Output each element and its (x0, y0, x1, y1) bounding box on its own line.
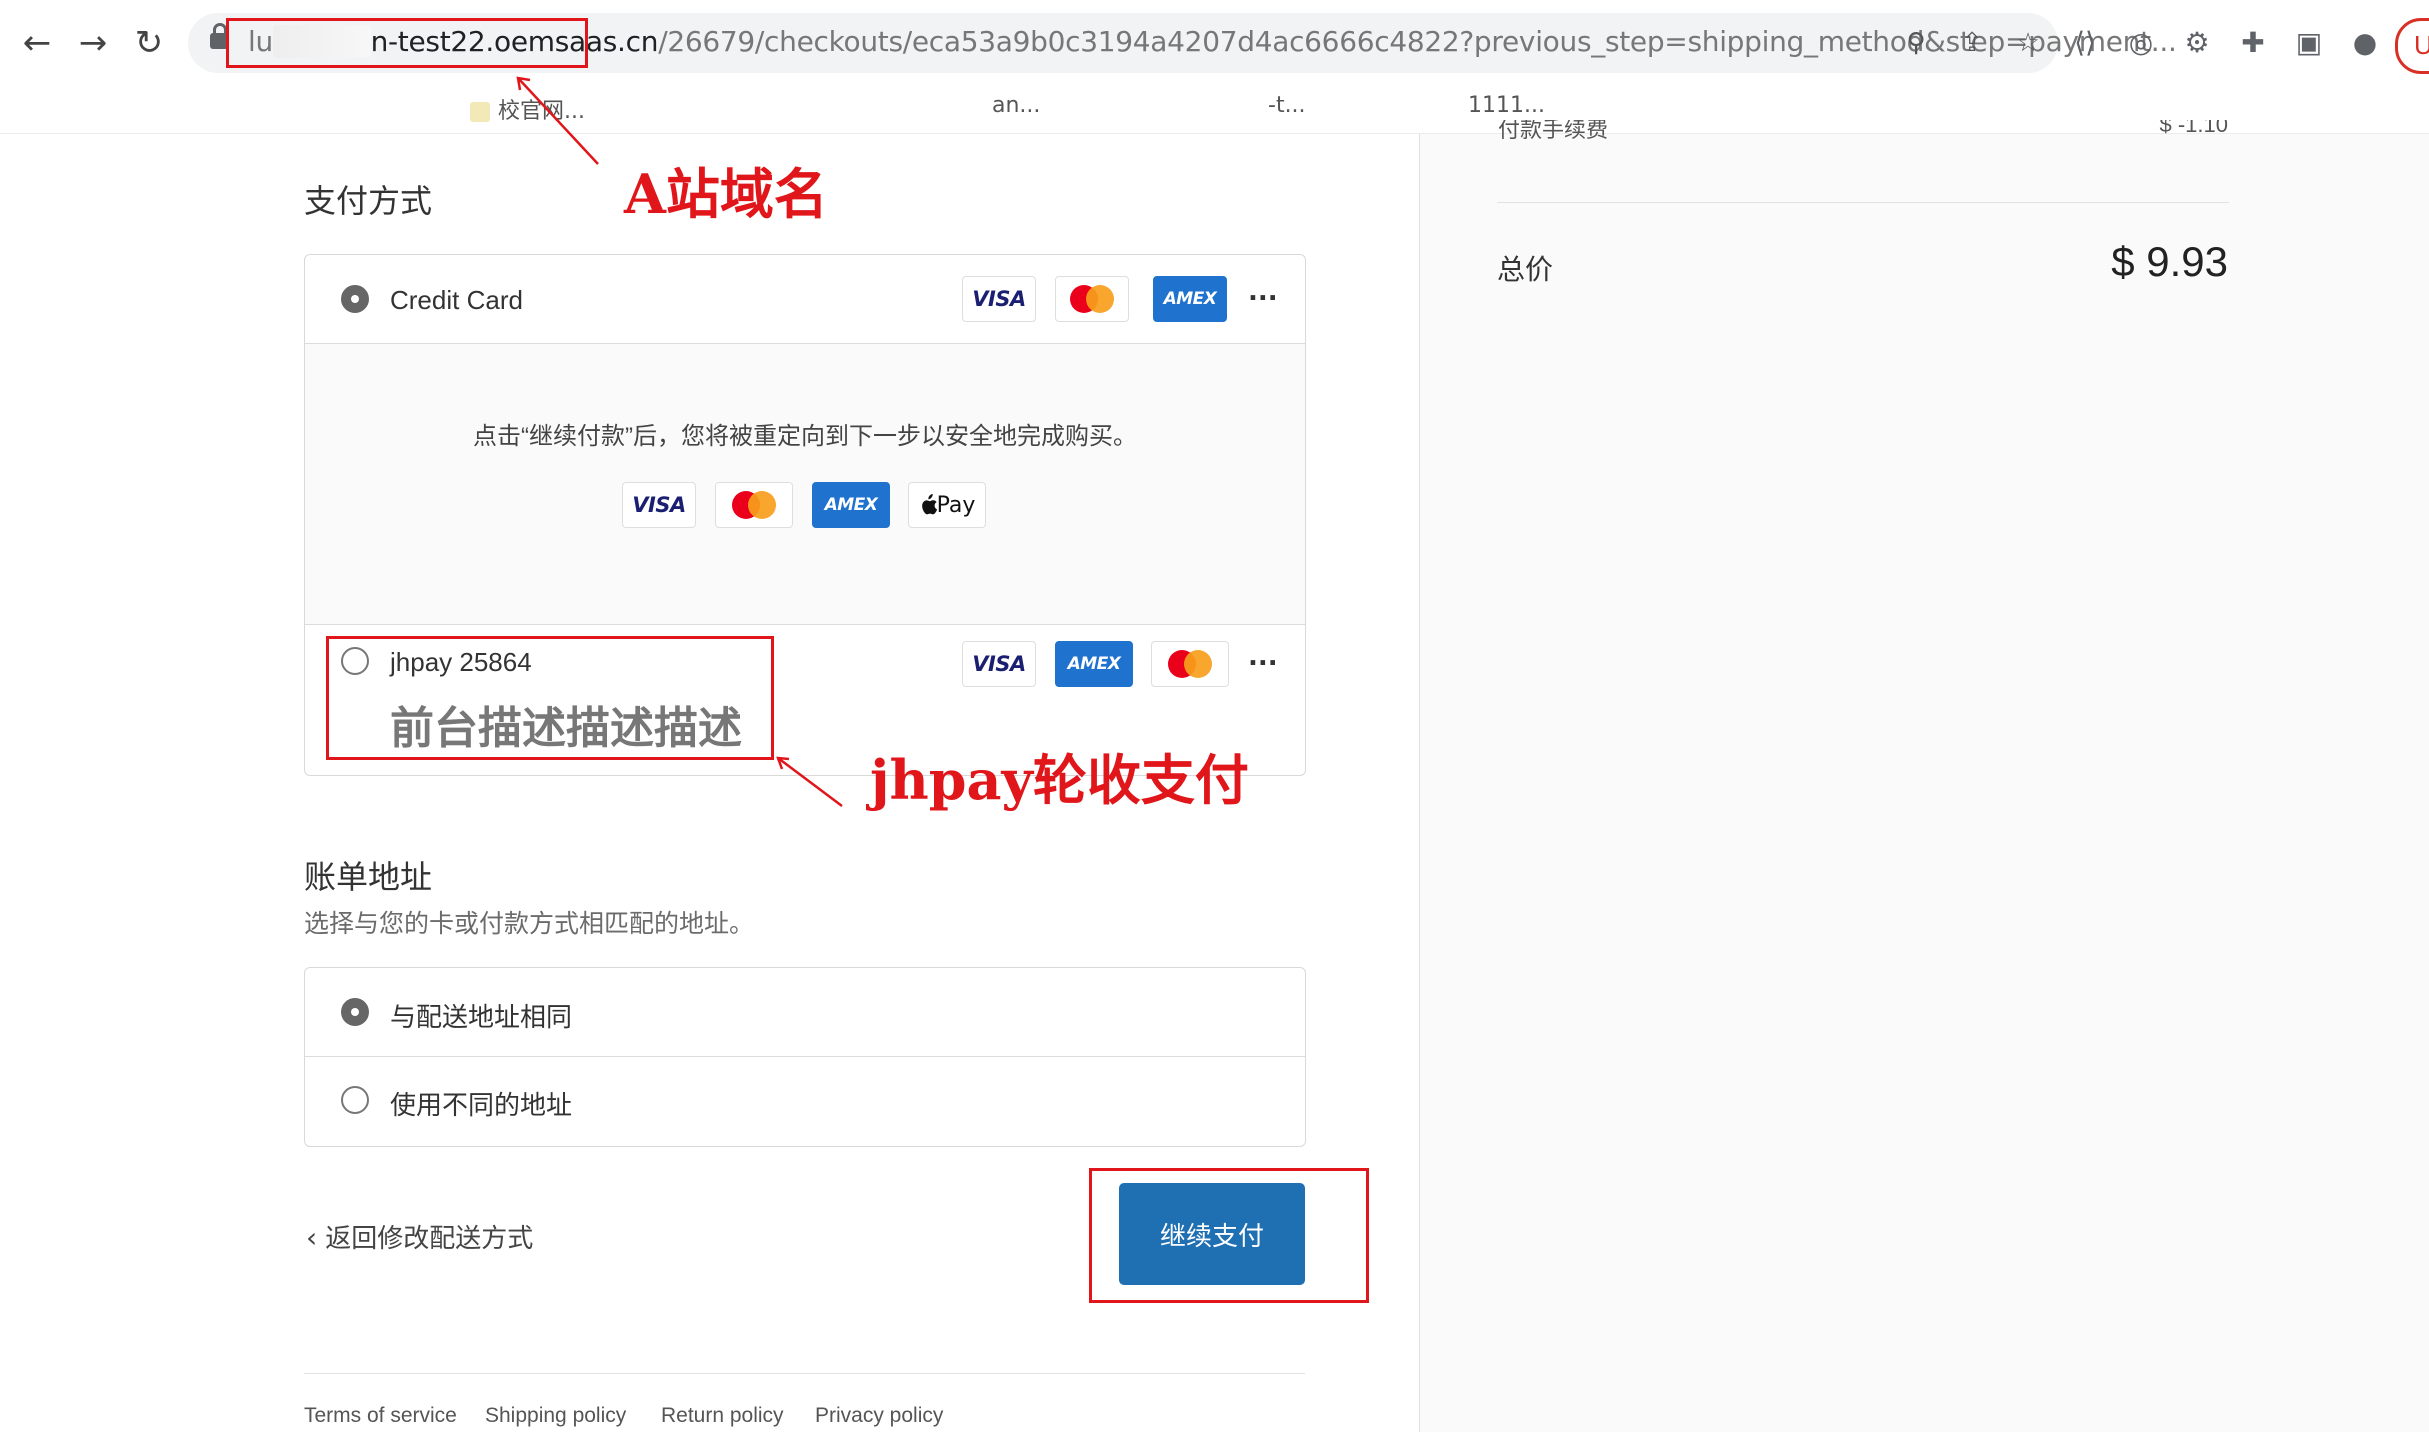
puzzle-extensions-icon[interactable]: ✚ (2233, 22, 2273, 62)
extension-icon[interactable]: ◎ (2121, 22, 2161, 62)
credit-card-radio[interactable] (341, 285, 369, 313)
profile-button[interactable]: U (2395, 18, 2429, 74)
continue-highlight-box (1089, 1168, 1369, 1303)
total-label: 总价 (1497, 254, 1554, 285)
payment-fee-value: $ -1.10 (2159, 120, 2229, 137)
payment-fee-label: 付款手续费 (1498, 120, 1609, 142)
extension-icon[interactable]: ⚙ (2177, 22, 2217, 62)
share-icon[interactable]: ⇪ (1956, 27, 1988, 59)
payment-option-credit-card[interactable]: Credit Card VISA AMEX ... (305, 255, 1305, 343)
bookmark-item[interactable]: 1111... (1468, 93, 1545, 118)
payment-section-title: 支付方式 (304, 183, 433, 219)
mastercard-logo-icon (1151, 641, 1229, 687)
billing-different-label: 使用不同的地址 (390, 1090, 573, 1120)
billing-different-radio[interactable] (341, 1086, 369, 1114)
domain-highlight-box (226, 18, 588, 68)
profile-avatar-icon[interactable]: ● (2345, 22, 2385, 62)
billing-section-title: 账单地址 (304, 859, 433, 895)
redirect-message: 点击“继续付款”后，您将被重定向到下一步以安全地完成购买。 (473, 423, 1137, 450)
forward-arrow-icon[interactable]: → (70, 20, 116, 66)
summary-divider (1497, 202, 2229, 203)
footer-link-shipping[interactable]: Shipping policy (485, 1404, 626, 1428)
visa-logo-icon: VISA (962, 641, 1036, 687)
billing-option-same[interactable]: 与配送地址相同 (305, 968, 1305, 1056)
jhpay-annotation: jhpay轮收支付 (870, 748, 1249, 812)
footer-link-terms[interactable]: Terms of service (304, 1404, 457, 1428)
billing-same-label: 与配送地址相同 (390, 1002, 573, 1032)
order-summary-panel (1419, 134, 2429, 1432)
amex-logo-icon: AMEX (1153, 276, 1227, 322)
footer-link-return[interactable]: Return policy (661, 1404, 784, 1428)
visa-logo-icon: VISA (622, 482, 696, 528)
credit-card-redirect-panel: 点击“继续付款”后，您将被重定向到下一步以安全地完成购买。 VISA AMEX … (305, 343, 1305, 625)
reload-icon[interactable]: ↻ (126, 20, 172, 66)
apple-pay-logo-icon: Pay (908, 482, 986, 528)
billing-options-box: 与配送地址相同 使用不同的地址 (304, 967, 1306, 1147)
total-value: $ 9.93 (2111, 238, 2228, 285)
side-panel-icon[interactable]: ▣ (2289, 22, 2329, 62)
bookmark-star-icon[interactable]: ☆ (2012, 27, 2044, 59)
footer-divider (304, 1373, 1305, 1374)
devtools-extension-icon[interactable]: ⟨⟩ (2065, 22, 2105, 62)
billing-same-radio[interactable] (341, 998, 369, 1026)
billing-section-subtitle: 选择与您的卡或付款方式相匹配的地址。 (304, 910, 755, 938)
visa-logo-icon: VISA (962, 276, 1036, 322)
domain-annotation: A站域名 (624, 162, 828, 226)
credit-card-label: Credit Card (390, 285, 523, 315)
mastercard-logo-icon (715, 482, 793, 528)
back-to-shipping-link[interactable]: ‹ 返回修改配送方式 (306, 1218, 533, 1255)
apple-pay-text: Pay (936, 492, 976, 518)
billing-option-different[interactable]: 使用不同的地址 (305, 1057, 1305, 1145)
jhpay-highlight-box (326, 636, 774, 760)
back-link-label: 返回修改配送方式 (325, 1223, 534, 1253)
chevron-left-icon: ‹ (306, 1221, 318, 1254)
more-cards-icon: ... (1248, 642, 1278, 672)
mastercard-logo-icon (1055, 276, 1129, 322)
more-cards-icon: ... (1248, 277, 1278, 307)
apple-logo-icon (921, 494, 937, 515)
bookmark-item[interactable]: an... (992, 93, 1040, 118)
location-pin-icon[interactable]: ⚲ (1900, 27, 1932, 59)
payment-fee-row: 付款手续费 $ -1.10 (1498, 120, 2228, 142)
amex-logo-icon: AMEX (812, 482, 890, 528)
bookmark-item[interactable]: -t... (1268, 93, 1306, 118)
footer-link-privacy[interactable]: Privacy policy (815, 1404, 943, 1428)
amex-logo-icon: AMEX (1055, 641, 1133, 687)
back-arrow-icon[interactable]: ← (14, 20, 60, 66)
bookmark-item[interactable]: 校官网... (470, 93, 585, 125)
